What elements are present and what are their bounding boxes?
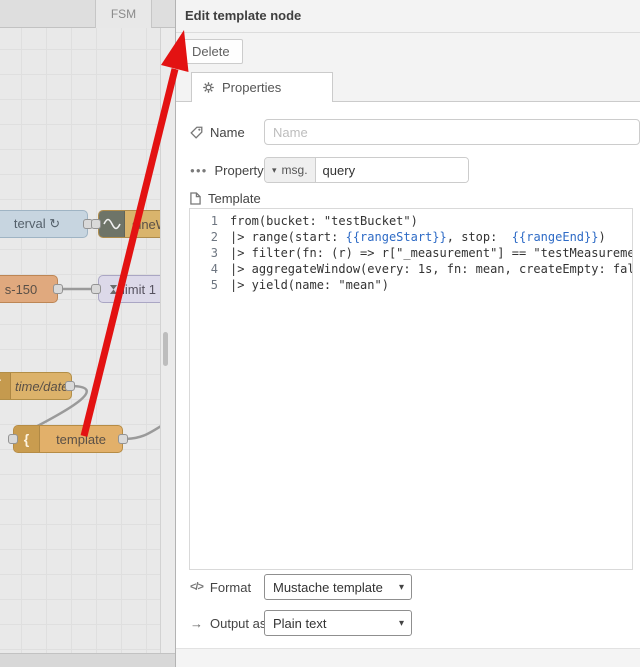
name-field-label: Name xyxy=(190,119,245,145)
code-line[interactable]: 2 |> range(start: {{rangeStart}}, stop: {… xyxy=(190,229,632,245)
hourglass-icon xyxy=(109,284,118,294)
workspace-tab-bar: FSM xyxy=(0,0,175,28)
chevron-down-icon: ▾ xyxy=(398,581,404,593)
tab-properties[interactable]: Properties xyxy=(191,72,333,102)
output-field-label: → Output as xyxy=(190,610,266,636)
file-icon xyxy=(190,191,201,205)
vertical-scrollbar-thumb[interactable] xyxy=(163,332,168,366)
port-limit-in[interactable] xyxy=(91,284,101,294)
name-label-text: Name xyxy=(210,124,245,140)
output-label-text: Output as xyxy=(210,615,267,631)
function-icon: f xyxy=(0,373,11,399)
code-text: |> range(start: {{rangeStart}}, stop: {{… xyxy=(230,230,606,244)
port-template-in[interactable] xyxy=(8,434,18,444)
line-number: 5 xyxy=(210,278,218,292)
flow-workspace[interactable]: terval ↻ sineW s-150 limit 1 ms f time/d… xyxy=(0,0,175,667)
format-field-label: </> Format xyxy=(190,574,251,600)
property-label-text: Property xyxy=(214,162,264,178)
line-number: 4 xyxy=(210,262,218,276)
node-label: terval ↻ xyxy=(13,216,61,231)
tag-icon xyxy=(190,126,203,139)
dialog-title: Edit template node xyxy=(176,0,640,33)
line-number: 2 xyxy=(210,230,218,244)
format-label-text: Format xyxy=(209,579,252,595)
chevron-down-icon: ▾ xyxy=(398,617,404,629)
node-label: time/date xyxy=(15,378,69,394)
node-label: s-150 xyxy=(4,281,38,297)
wires xyxy=(13,222,175,441)
name-input[interactable] xyxy=(264,119,640,145)
output-select[interactable]: Plain text ▾ xyxy=(264,610,412,636)
code-brackets-icon: </> xyxy=(190,581,204,593)
ellipsis-icon: ●●● xyxy=(190,165,208,175)
code-text: |> aggregateWindow(every: 1s, fn: mean, … xyxy=(230,262,633,276)
property-type-button[interactable]: ▾ msg. xyxy=(265,158,316,182)
code-line[interactable]: 4 |> aggregateWindow(every: 1s, fn: mean,… xyxy=(190,261,632,277)
node-timedate[interactable]: f time/date xyxy=(0,372,72,400)
property-field-label: ●●● Property xyxy=(190,157,264,183)
node-interval[interactable]: terval ↻ xyxy=(0,210,88,238)
delete-button[interactable]: Delete xyxy=(179,39,243,64)
property-value-input[interactable] xyxy=(315,158,468,182)
edit-template-node-dialog: Edit template node Delete Properties Nam… xyxy=(175,0,640,667)
caret-down-icon: ▾ xyxy=(272,164,277,175)
format-select[interactable]: Mustache template ▾ xyxy=(264,574,412,600)
code-line[interactable]: 1 from(bucket: "testBucket") xyxy=(190,213,632,229)
template-field-label: Template xyxy=(190,188,261,208)
line-number: 3 xyxy=(210,246,218,260)
code-text: |> filter(fn: (r) => r["_measurement"] =… xyxy=(230,246,633,260)
format-select-value: Mustache template xyxy=(273,579,383,595)
node-red-app: terval ↻ sineW s-150 limit 1 ms f time/d… xyxy=(0,0,640,667)
dialog-footer xyxy=(176,648,640,667)
port-template-out[interactable] xyxy=(118,434,128,444)
code-line[interactable]: 5 |> yield(name: "mean") xyxy=(190,277,632,293)
tab-properties-label: Properties xyxy=(222,80,282,95)
output-select-value: Plain text xyxy=(273,615,327,631)
arrow-right-icon: → xyxy=(190,615,203,631)
node-label: template xyxy=(56,431,106,447)
dialog-toolbar: Delete Properties xyxy=(176,33,640,102)
sine-wave-icon xyxy=(99,211,125,237)
line-number: 1 xyxy=(210,214,218,228)
port-sine-in[interactable] xyxy=(91,219,101,229)
property-type-label: msg. xyxy=(281,163,308,177)
port-timedate-out[interactable] xyxy=(65,381,75,391)
node-s150[interactable]: s-150 xyxy=(0,275,58,303)
template-label-text: Template xyxy=(208,190,261,206)
code-text: |> yield(name: "mean") xyxy=(230,278,389,292)
template-code-editor[interactable]: 1 from(bucket: "testBucket") 2 |> range(sta… xyxy=(189,208,633,570)
tab-fsm[interactable]: FSM xyxy=(95,0,152,28)
code-text: from(bucket: "testBucket") xyxy=(230,214,418,228)
property-typed-input: ▾ msg. xyxy=(264,157,469,183)
code-lines: 1 from(bucket: "testBucket") 2 |> range(sta… xyxy=(190,213,632,293)
workspace-scroll-gutter xyxy=(160,28,175,653)
node-template[interactable]: { template xyxy=(13,425,123,453)
code-line[interactable]: 3 |> filter(fn: (r) => r["_measurement"] … xyxy=(190,245,632,261)
workspace-footer xyxy=(0,653,175,667)
port-s150-out[interactable] xyxy=(53,284,63,294)
gear-icon xyxy=(202,81,215,94)
